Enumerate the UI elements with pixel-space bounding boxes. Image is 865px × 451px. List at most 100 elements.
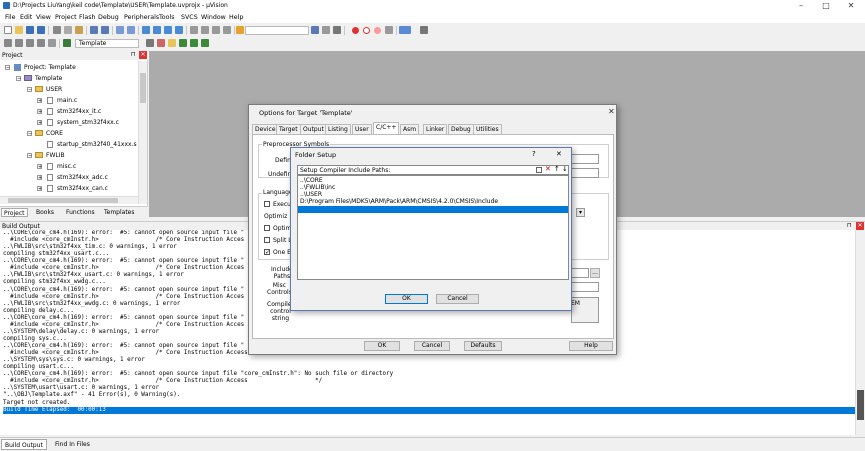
batch-build-icon[interactable]: [37, 39, 45, 47]
tab-find-in-files[interactable]: Find In Files: [52, 439, 93, 450]
selected-empty-path-item[interactable]: [298, 206, 568, 213]
tab-project[interactable]: Project: [1, 208, 28, 217]
maximize-button[interactable]: □: [815, 0, 837, 12]
tab-books[interactable]: Books: [34, 208, 56, 217]
menu-project[interactable]: Project: [55, 14, 77, 21]
cut-icon[interactable]: [53, 26, 61, 34]
tab-listing[interactable]: Listing: [325, 124, 351, 134]
defaults-button[interactable]: Defaults: [464, 341, 502, 351]
path-item[interactable]: ..\FWLIB\inc: [300, 184, 335, 191]
tree-file[interactable]: stm32f4xx_it.c: [57, 108, 101, 115]
expand-file-icon[interactable]: +: [37, 186, 42, 192]
expand-file-icon[interactable]: +: [37, 109, 42, 115]
ok-button[interactable]: OK: [385, 294, 428, 304]
tab-debug[interactable]: Debug: [448, 124, 474, 134]
move-down-icon[interactable]: ↓: [562, 165, 568, 173]
find-in-files-icon[interactable]: [236, 26, 244, 34]
download-icon[interactable]: [63, 39, 71, 47]
next-bookmark-icon[interactable]: [164, 26, 172, 34]
incremental-find-icon[interactable]: [322, 26, 330, 34]
uncomment-icon[interactable]: [223, 26, 231, 34]
new-file-icon[interactable]: [4, 26, 12, 34]
paste-icon[interactable]: [75, 26, 83, 34]
menu-help[interactable]: Help: [229, 14, 243, 21]
menu-view[interactable]: View: [36, 14, 51, 21]
menu-debug[interactable]: Debug: [98, 14, 119, 21]
tree-group-user[interactable]: USER: [46, 86, 62, 93]
clear-bookmarks-icon[interactable]: [175, 26, 183, 34]
scroll-thumb[interactable]: [140, 73, 146, 103]
define-input[interactable]: [571, 154, 599, 164]
pin-icon[interactable]: ⊓: [847, 222, 852, 229]
find-combo[interactable]: [245, 26, 309, 35]
find-icon[interactable]: [311, 26, 319, 34]
tab-target[interactable]: Target: [276, 124, 301, 134]
nav-back-icon[interactable]: [116, 26, 124, 34]
include-paths-input[interactable]: [571, 268, 589, 278]
expand-file-icon[interactable]: +: [37, 120, 42, 126]
tab-functions[interactable]: Functions: [64, 208, 97, 217]
options-for-target-icon[interactable]: [146, 39, 154, 47]
tab-output[interactable]: Output: [300, 124, 327, 134]
window-layout-icon[interactable]: [399, 26, 411, 34]
misc-controls-input[interactable]: [571, 282, 599, 292]
chevron-down-icon[interactable]: ▾: [576, 208, 585, 217]
optimize-time-checkbox[interactable]: [264, 225, 270, 231]
collapse-core-icon[interactable]: −: [27, 131, 32, 137]
manage-rte-icon[interactable]: [201, 39, 209, 47]
tab-templates[interactable]: Templates: [102, 208, 137, 217]
delete-icon[interactable]: ✕: [545, 165, 551, 173]
pin-icon[interactable]: ⊓: [131, 51, 136, 58]
move-up-icon[interactable]: ↑: [554, 165, 560, 173]
tree-group-fwlib[interactable]: FWLIB: [46, 152, 65, 159]
ok-button[interactable]: OK: [364, 341, 400, 351]
tab-c-cpp[interactable]: C/C++: [373, 122, 400, 134]
tree-group-core[interactable]: CORE: [46, 130, 63, 137]
tree-target[interactable]: Template: [35, 75, 62, 82]
menu-window[interactable]: Window: [201, 14, 226, 21]
indent-icon[interactable]: [190, 26, 198, 34]
expand-file-icon[interactable]: +: [37, 175, 42, 181]
build-output-scrollbar[interactable]: [855, 230, 865, 435]
nav-forward-icon[interactable]: [127, 26, 135, 34]
copy-icon[interactable]: [64, 26, 72, 34]
execute-only-checkbox[interactable]: [264, 201, 270, 207]
pack-installer-icon[interactable]: [179, 39, 187, 47]
translate-icon[interactable]: [4, 39, 12, 47]
include-paths-list[interactable]: ..\CORE ..\FWLIB\inc ..\USER D:\Program …: [297, 175, 569, 280]
menu-tools[interactable]: Tools: [159, 14, 175, 21]
expand-file-icon[interactable]: +: [37, 164, 42, 170]
close-panel-icon[interactable]: ✕: [139, 51, 147, 59]
close-button[interactable]: ✕: [840, 0, 862, 12]
collapse-user-icon[interactable]: −: [27, 87, 32, 93]
tree-file[interactable]: stm32f4xx_can.c: [57, 185, 108, 192]
tab-asm[interactable]: Asm: [400, 124, 420, 134]
tree-file[interactable]: stm32f4xx_adc.c: [57, 174, 108, 181]
save-icon[interactable]: [26, 26, 34, 34]
close-panel-icon[interactable]: ✕: [856, 222, 864, 230]
comment-icon[interactable]: [212, 26, 220, 34]
hscroll-thumb[interactable]: [8, 198, 118, 203]
project-hscrollbar[interactable]: [0, 196, 138, 204]
tab-device[interactable]: Device: [252, 124, 279, 134]
kill-breakpoints-icon[interactable]: [374, 27, 381, 34]
path-item[interactable]: ..\USER: [300, 191, 322, 198]
disable-breakpoint-icon[interactable]: [363, 27, 370, 34]
collapse-fwlib-icon[interactable]: −: [27, 153, 32, 159]
manage-components-icon[interactable]: [157, 39, 165, 47]
menu-flash[interactable]: Flash: [79, 14, 96, 21]
cancel-button[interactable]: Cancel: [414, 341, 450, 351]
save-all-icon[interactable]: [37, 26, 45, 34]
close-icon[interactable]: ✕: [608, 107, 615, 116]
cancel-button[interactable]: Cancel: [436, 294, 479, 304]
configure-icon[interactable]: [420, 26, 428, 34]
redo-icon[interactable]: [101, 26, 109, 34]
prev-bookmark-icon[interactable]: [153, 26, 161, 34]
include-paths-browse-button[interactable]: ...: [590, 268, 600, 278]
build-icon[interactable]: [15, 39, 23, 47]
tab-user[interactable]: User: [352, 124, 372, 134]
tab-linker[interactable]: Linker: [423, 124, 448, 134]
path-item[interactable]: D:\Program Files\MDK5\ARM\Pack\ARM\CMSIS…: [300, 198, 498, 205]
path-item[interactable]: ..\CORE: [300, 177, 323, 184]
one-elf-checkbox[interactable]: ✓: [264, 249, 270, 256]
